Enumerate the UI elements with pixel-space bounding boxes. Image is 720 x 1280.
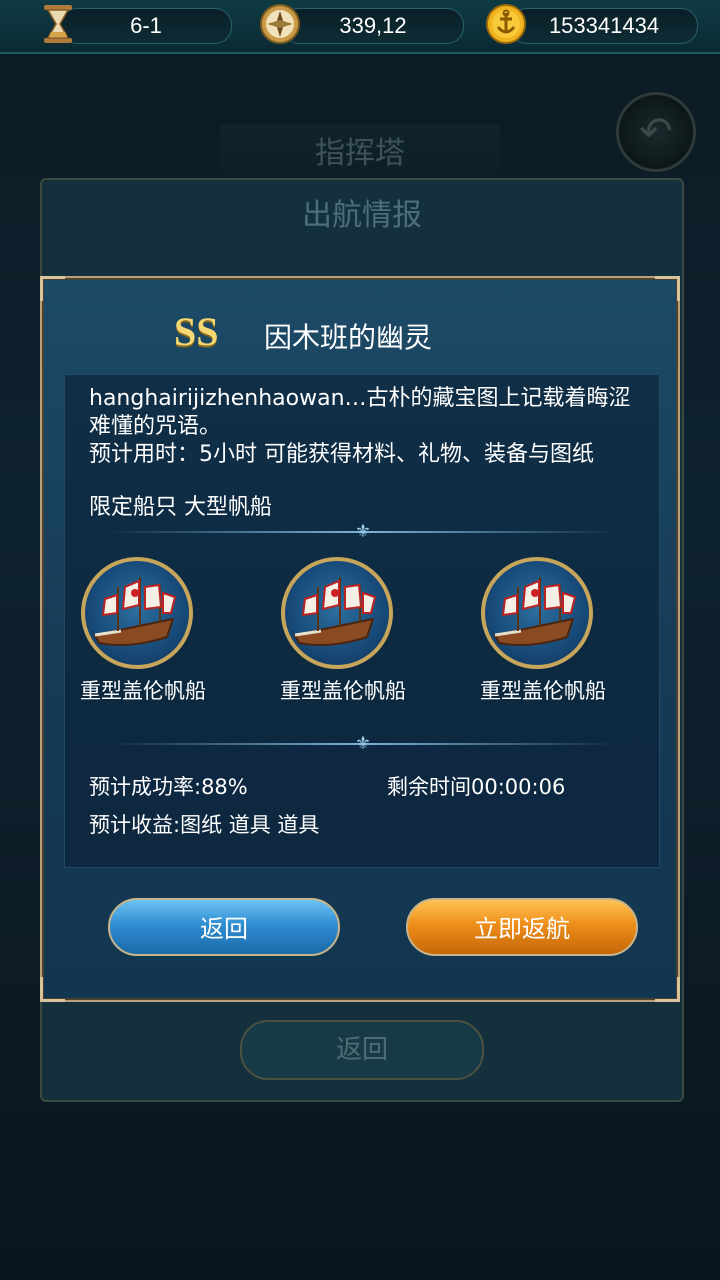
gold-value: 153341434	[548, 13, 660, 38]
mission-info-box: hanghairijizhenhaowan…古朴的藏宝图上记载着晦涩难懂的咒语。…	[64, 374, 660, 868]
compass-icon	[258, 2, 302, 46]
level-display: 6-1	[60, 8, 232, 44]
time-estimate-text: 预计用时：5小时 可能获得材料、礼物、装备与图纸	[89, 442, 594, 467]
remaining-time: 剩余时间00:00:06	[387, 775, 566, 799]
divider-ornament-icon: ⚜	[354, 733, 372, 754]
ship-name-1: 重型盖伦帆船	[80, 679, 206, 703]
background-panel-title: 出航情报	[302, 198, 422, 233]
coordinates-display: 339,12	[282, 8, 464, 44]
corner-ornament	[40, 276, 65, 301]
mission-title: 因木班的幽灵	[264, 321, 433, 354]
back-arrow-icon[interactable]: ↶	[616, 92, 696, 172]
corner-ornament	[655, 276, 680, 301]
background-back-button[interactable]: 返回	[240, 1020, 484, 1080]
ship-limit-text: 限定船只 大型帆船	[89, 495, 272, 520]
success-rate: 预计成功率:88%	[89, 775, 248, 799]
divider-ornament-icon: ⚜	[354, 521, 372, 542]
anchor-coin-icon	[484, 2, 528, 46]
screen-title: 指挥塔	[220, 124, 500, 184]
back-button-label: 返回	[200, 915, 248, 943]
resource-bar: 6-1 339,12 153341434	[0, 0, 720, 54]
expected-rewards: 预计收益:图纸 道具 道具	[89, 813, 320, 837]
galleon-icon	[481, 557, 593, 669]
return-now-button-label: 立即返航	[474, 915, 570, 943]
ship-slot-3[interactable]: 重型盖伦帆船	[473, 557, 613, 737]
mission-description: hanghairijizhenhaowan…古朴的藏宝图上记载着晦涩难懂的咒语。…	[89, 385, 649, 469]
mission-dialog: SS 因木班的幽灵 hanghairijizhenhaowan…古朴的藏宝图上记…	[40, 276, 680, 1002]
galleon-icon	[81, 557, 193, 669]
gold-display: 153341434	[510, 8, 698, 44]
back-button[interactable]: 返回	[108, 898, 340, 956]
corner-ornament	[655, 977, 680, 1002]
ship-name-3: 重型盖伦帆船	[480, 679, 606, 703]
ship-name-2: 重型盖伦帆船	[280, 679, 406, 703]
grade-badge: SS	[174, 309, 219, 354]
galleon-icon	[281, 557, 393, 669]
coordinates-value: 339,12	[339, 13, 407, 38]
description-text: hanghairijizhenhaowan…古朴的藏宝图上记载着晦涩难懂的咒语。	[89, 386, 631, 439]
level-value: 6-1	[130, 13, 162, 38]
ship-slot-2[interactable]: 重型盖伦帆船	[273, 557, 413, 737]
corner-ornament	[40, 977, 65, 1002]
return-now-button[interactable]: 立即返航	[406, 898, 638, 956]
hourglass-icon	[36, 2, 80, 46]
ship-slot-1[interactable]: 重型盖伦帆船	[73, 557, 213, 737]
